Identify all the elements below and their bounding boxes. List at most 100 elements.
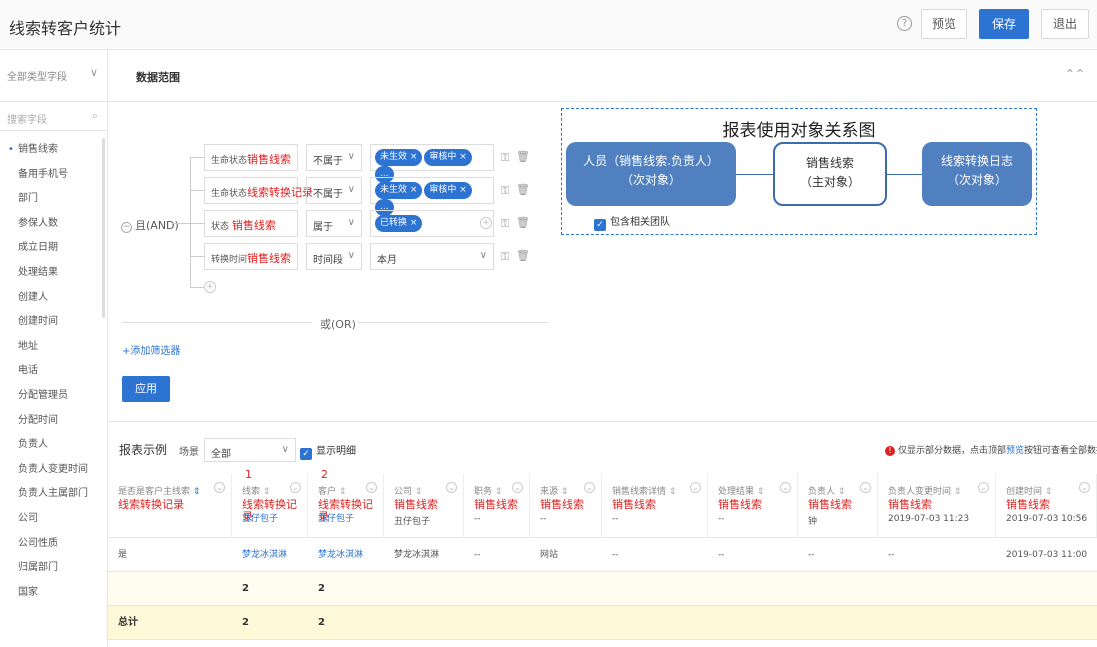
column-header[interactable]: 线索 ⇕ ⌄ 线索转换记录 丑仔包子 1 [232, 468, 308, 538]
help-icon[interactable]: ? [897, 16, 912, 31]
scene-select[interactable]: 全部 ∨ [204, 438, 296, 462]
column-header[interactable]: 公司 ⇕ ⌄ 销售线索 丑仔包子 [384, 474, 464, 538]
sort-icon[interactable]: ⇕ [260, 487, 271, 497]
column-settings-icon[interactable]: ⌄ [214, 482, 225, 493]
sort-icon[interactable]: ⇕ [1042, 487, 1053, 497]
filter-value-2[interactable]: 未生效 × 审核中 ×... [370, 177, 494, 216]
table-cell[interactable]: 梦龙冰淇淋 [232, 538, 308, 572]
cell-value[interactable]: 丑仔包子 [318, 511, 354, 524]
sidebar-field-item[interactable]: 分配管理员 [0, 384, 100, 409]
sort-icon[interactable]: ⇕ [951, 487, 962, 497]
sidebar-field-item[interactable]: 公司性质 [0, 532, 100, 557]
sidebar-field-item[interactable]: 销售线索 [0, 138, 100, 163]
filter-field-4[interactable]: 转换时间销售线索 [204, 243, 298, 270]
sort-icon[interactable]: ⇕ [492, 487, 503, 497]
preview-link[interactable]: 预览 [1006, 446, 1024, 456]
add-value-icon[interactable]: + [480, 217, 492, 229]
lock-icon[interactable]: ⚿ [501, 217, 509, 231]
column-settings-icon[interactable]: ⌄ [780, 482, 791, 493]
sidebar-field-item[interactable]: 地址 [0, 335, 100, 360]
apply-button[interactable]: 应用 [122, 376, 170, 402]
show-detail-checkbox[interactable]: ✓ 显示明细 [300, 442, 356, 460]
sidebar-field-item[interactable]: 公司 [0, 507, 100, 532]
sidebar-field-item[interactable]: 国家 [0, 581, 100, 606]
filter-value-4[interactable]: 本月 ∨ [370, 243, 494, 270]
column-settings-icon[interactable]: ⌄ [690, 482, 701, 493]
sidebar-field-item[interactable]: 负责人 [0, 433, 100, 458]
table-cell[interactable]: 梦龙冰淇淋 [308, 538, 384, 572]
delete-icon[interactable]: 🗑 [516, 150, 530, 163]
sidebar-field-item[interactable]: 参保人数 [0, 212, 100, 237]
value-tag[interactable]: 未生效 × [375, 182, 423, 199]
sidebar-field-item[interactable]: 归属部门 [0, 556, 100, 581]
column-settings-icon[interactable]: ⌄ [446, 482, 457, 493]
delete-icon[interactable]: 🗑 [516, 183, 530, 196]
sidebar-field-item[interactable]: 成立日期 [0, 236, 100, 261]
sidebar-field-item[interactable]: 处理结果 [0, 261, 100, 286]
sidebar-field-item[interactable]: 部门 [0, 187, 100, 212]
column-header[interactable]: 销售线索详情 ⇕ ⌄ 销售线索 -- [602, 474, 708, 538]
filter-op-2[interactable]: 不属于 ∨ [306, 177, 362, 204]
column-settings-icon[interactable]: ⌄ [366, 482, 377, 493]
sort-icon[interactable]: ⇕ [190, 487, 201, 497]
column-header[interactable]: 客户 ⇕ ⌄ 线索转换记录 丑仔包子 2 [308, 468, 384, 538]
column-settings-icon[interactable]: ⌄ [584, 482, 595, 493]
filter-field-3[interactable]: 状态 销售线索 [204, 210, 298, 237]
preview-button[interactable]: 预览 [921, 9, 967, 39]
column-header[interactable]: 处理结果 ⇕ ⌄ 销售线索 -- [708, 474, 798, 538]
column-header[interactable]: 创建时间 ⇕ ⌄ 销售线索 2019-07-03 10:56 [996, 474, 1097, 538]
lock-icon[interactable]: ⚿ [501, 151, 509, 165]
sort-icon[interactable]: ⇕ [412, 487, 423, 497]
column-settings-icon[interactable]: ⌄ [290, 482, 301, 493]
exit-button[interactable]: 退出 [1041, 9, 1089, 39]
column-settings-icon[interactable]: ⌄ [1079, 482, 1090, 493]
save-button[interactable]: 保存 [979, 9, 1029, 39]
add-filter-link[interactable]: +添加筛选器 [122, 342, 180, 357]
sort-icon[interactable]: ⇕ [558, 487, 569, 497]
value-tag[interactable]: 未生效 × [375, 149, 423, 166]
filter-value-3[interactable]: 已转换 × [370, 210, 494, 237]
sidebar-field-item[interactable]: 分配时间 [0, 409, 100, 434]
filter-op-3[interactable]: 属于 ∨ [306, 210, 362, 237]
filter-field-2[interactable]: 生命状态线索转换记录 [204, 177, 313, 204]
sort-icon[interactable]: ⇕ [754, 487, 765, 497]
cell-value[interactable]: 丑仔包子 [242, 511, 278, 524]
filter-value-1[interactable]: 未生效 × 审核中 ×... [370, 144, 494, 183]
include-team-checkbox[interactable]: ✓ 包含相关团队 [594, 213, 670, 231]
sort-icon[interactable]: ⇕ [666, 487, 677, 497]
top-header: 线索转客户统计 ? 预览 保存 退出 [0, 0, 1097, 50]
value-tag[interactable]: 审核中 × [424, 149, 472, 166]
sidebar-field-item[interactable]: 电话 [0, 359, 100, 384]
column-header[interactable]: 职务 ⇕ ⌄ 销售线索 -- [464, 474, 530, 538]
value-tag[interactable]: 已转换 × [375, 215, 423, 232]
lock-icon[interactable]: ⚿ [501, 250, 509, 264]
collapse-icon[interactable]: ⌃⌃ [1065, 67, 1085, 81]
column-settings-icon[interactable]: ⌄ [978, 482, 989, 493]
column-settings-icon[interactable]: ⌄ [860, 482, 871, 493]
and-group-label[interactable]: − 且(AND) [121, 217, 179, 233]
sort-icon[interactable]: ⇕ [835, 487, 846, 497]
sidebar-field-item[interactable]: 创建时间 [0, 310, 100, 335]
sidebar-field-item[interactable]: 创建人 [0, 286, 100, 311]
add-condition-icon[interactable]: + [204, 281, 216, 293]
sidebar-scrollbar[interactable] [102, 138, 105, 318]
filter-op-1[interactable]: 不属于 ∨ [306, 144, 362, 171]
delete-icon[interactable]: 🗑 [516, 249, 530, 262]
delete-icon[interactable]: 🗑 [516, 216, 530, 229]
value-tag[interactable]: 审核中 × [424, 182, 472, 199]
field-type-select[interactable]: 全部类型字段 ∨ [0, 50, 108, 102]
column-settings-icon[interactable]: ⌄ [512, 482, 523, 493]
column-header[interactable]: 负责人 ⇕ ⌄ 销售线索钟 [798, 474, 878, 538]
sidebar-field-item[interactable]: 负责人变更时间 [0, 458, 100, 483]
filter-op-4[interactable]: 时间段 ∨ [306, 243, 362, 270]
sidebar-field-item[interactable]: 备用手机号 [0, 163, 100, 188]
column-header[interactable]: 是否是客户主线索 ⇕ ⌄ 线索转换记录 [108, 474, 232, 538]
sort-icon[interactable]: ⇕ [336, 487, 347, 497]
column-header[interactable]: 来源 ⇕ ⌄ 销售线索 -- [530, 474, 602, 538]
sidebar-field-item[interactable]: 负责人主属部门 [0, 482, 100, 507]
column-header[interactable]: 负责人变更时间 ⇕ ⌄ 销售线索 2019-07-03 11:23 [878, 474, 996, 538]
lock-icon[interactable]: ⚿ [501, 184, 509, 198]
filter-field-1[interactable]: 生命状态销售线索 [204, 144, 298, 171]
field-search-input[interactable]: 搜索字段 ⌕ [0, 103, 108, 131]
collapse-circle-icon[interactable]: − [121, 222, 132, 233]
